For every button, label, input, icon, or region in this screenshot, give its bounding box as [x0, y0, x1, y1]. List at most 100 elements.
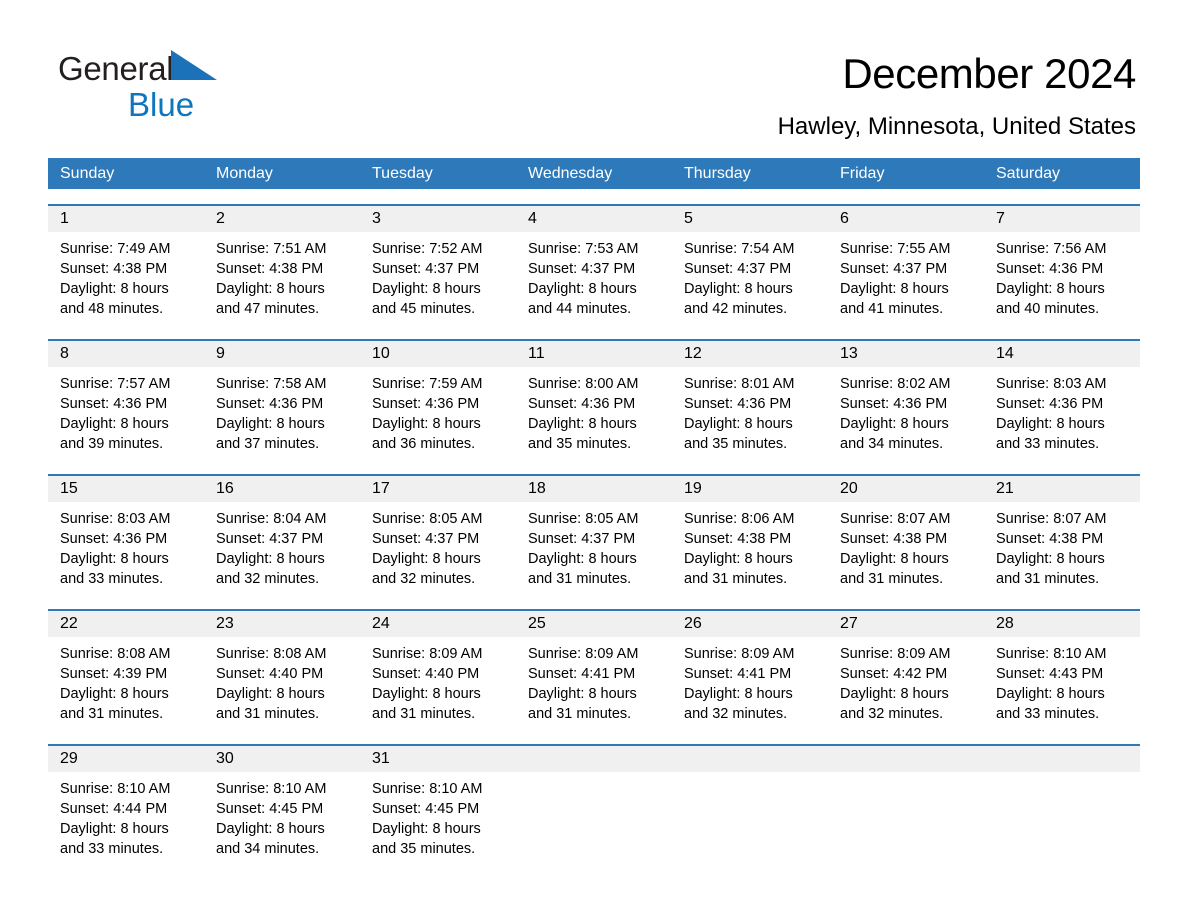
sunrise-text: Sunrise: 8:03 AM — [60, 511, 171, 527]
daylight-text-line1: Daylight: 8 hours — [216, 281, 325, 297]
day-cell[interactable]: 12 Sunrise: 8:01 AM Sunset: 4:36 PM Dayl… — [672, 341, 828, 459]
sunrise-text: Sunrise: 7:54 AM — [684, 241, 795, 257]
day-cell[interactable]: 20 Sunrise: 8:07 AM Sunset: 4:38 PM Dayl… — [828, 476, 984, 594]
sunrise-text: Sunrise: 8:03 AM — [996, 376, 1107, 392]
day-number: 15 — [60, 480, 78, 497]
sunset-text: Sunset: 4:40 PM — [372, 666, 480, 682]
sunset-text: Sunset: 4:41 PM — [528, 666, 636, 682]
daylight-text-line2: and 42 minutes. — [684, 301, 788, 317]
sunrise-text: Sunrise: 8:01 AM — [684, 376, 795, 392]
daylight-text-line2: and 31 minutes. — [840, 571, 944, 587]
weekday-header-thursday: Thursday — [684, 165, 751, 182]
day-details: Sunrise: 8:10 AM Sunset: 4:45 PM Dayligh… — [204, 772, 360, 859]
day-cell[interactable]: 13 Sunrise: 8:02 AM Sunset: 4:36 PM Dayl… — [828, 341, 984, 459]
day-cell[interactable]: 31 Sunrise: 8:10 AM Sunset: 4:45 PM Dayl… — [360, 746, 516, 864]
day-number-band: 30 — [204, 746, 360, 772]
sunset-text: Sunset: 4:38 PM — [60, 261, 168, 277]
sunset-text: Sunset: 4:37 PM — [684, 261, 792, 277]
day-cell[interactable]: 3 Sunrise: 7:52 AM Sunset: 4:37 PM Dayli… — [360, 206, 516, 324]
sunset-text: Sunset: 4:37 PM — [372, 531, 480, 547]
daylight-text-line2: and 47 minutes. — [216, 301, 320, 317]
sunrise-text: Sunrise: 7:57 AM — [60, 376, 171, 392]
sunrise-text: Sunrise: 8:10 AM — [60, 781, 171, 797]
day-cell[interactable]: 23 Sunrise: 8:08 AM Sunset: 4:40 PM Dayl… — [204, 611, 360, 729]
day-cell[interactable]: 6 Sunrise: 7:55 AM Sunset: 4:37 PM Dayli… — [828, 206, 984, 324]
day-number-band: 28 — [984, 611, 1140, 637]
weekday-header-sunday: Sunday — [60, 165, 115, 182]
day-number: 16 — [216, 480, 234, 497]
day-cell[interactable]: 11 Sunrise: 8:00 AM Sunset: 4:36 PM Dayl… — [516, 341, 672, 459]
calendar-week-row: 22 Sunrise: 8:08 AM Sunset: 4:39 PM Dayl… — [48, 609, 1140, 729]
day-number: 1 — [60, 210, 69, 227]
day-number-band: 3 — [360, 206, 516, 232]
day-details: Sunrise: 7:54 AM Sunset: 4:37 PM Dayligh… — [672, 232, 828, 319]
sunset-text: Sunset: 4:43 PM — [996, 666, 1104, 682]
day-cell[interactable]: 19 Sunrise: 8:06 AM Sunset: 4:38 PM Dayl… — [672, 476, 828, 594]
day-number: 25 — [528, 615, 546, 632]
daylight-text-line1: Daylight: 8 hours — [684, 686, 793, 702]
day-cell[interactable]: 9 Sunrise: 7:58 AM Sunset: 4:36 PM Dayli… — [204, 341, 360, 459]
day-number-band: 21 — [984, 476, 1140, 502]
day-cell[interactable]: 24 Sunrise: 8:09 AM Sunset: 4:40 PM Dayl… — [360, 611, 516, 729]
daylight-text-line2: and 37 minutes. — [216, 436, 320, 452]
general-blue-logo[interactable]: General Blue — [58, 50, 318, 122]
day-number-band: 18 — [516, 476, 672, 502]
sunrise-text: Sunrise: 8:07 AM — [840, 511, 951, 527]
day-cell[interactable]: 30 Sunrise: 8:10 AM Sunset: 4:45 PM Dayl… — [204, 746, 360, 864]
day-cell[interactable]: 14 Sunrise: 8:03 AM Sunset: 4:36 PM Dayl… — [984, 341, 1140, 459]
day-cell[interactable]: 27 Sunrise: 8:09 AM Sunset: 4:42 PM Dayl… — [828, 611, 984, 729]
day-details: Sunrise: 7:52 AM Sunset: 4:37 PM Dayligh… — [360, 232, 516, 319]
day-details: Sunrise: 8:09 AM Sunset: 4:41 PM Dayligh… — [516, 637, 672, 724]
day-cell[interactable]: 10 Sunrise: 7:59 AM Sunset: 4:36 PM Dayl… — [360, 341, 516, 459]
daylight-text-line1: Daylight: 8 hours — [528, 551, 637, 567]
day-cell[interactable]: 21 Sunrise: 8:07 AM Sunset: 4:38 PM Dayl… — [984, 476, 1140, 594]
day-number-band: 14 — [984, 341, 1140, 367]
day-number-band: 16 — [204, 476, 360, 502]
day-cell[interactable]: 25 Sunrise: 8:09 AM Sunset: 4:41 PM Dayl… — [516, 611, 672, 729]
daylight-text-line2: and 36 minutes. — [372, 436, 476, 452]
sunset-text: Sunset: 4:44 PM — [60, 801, 168, 817]
day-cell[interactable]: 2 Sunrise: 7:51 AM Sunset: 4:38 PM Dayli… — [204, 206, 360, 324]
daylight-text-line1: Daylight: 8 hours — [60, 821, 169, 837]
daylight-text-line1: Daylight: 8 hours — [840, 281, 949, 297]
day-number-band: 11 — [516, 341, 672, 367]
day-cell[interactable]: 28 Sunrise: 8:10 AM Sunset: 4:43 PM Dayl… — [984, 611, 1140, 729]
day-number-band: 10 — [360, 341, 516, 367]
day-cell[interactable]: 29 Sunrise: 8:10 AM Sunset: 4:44 PM Dayl… — [48, 746, 204, 864]
day-cell[interactable]: 16 Sunrise: 8:04 AM Sunset: 4:37 PM Dayl… — [204, 476, 360, 594]
day-cell[interactable]: 5 Sunrise: 7:54 AM Sunset: 4:37 PM Dayli… — [672, 206, 828, 324]
day-cell[interactable]: 15 Sunrise: 8:03 AM Sunset: 4:36 PM Dayl… — [48, 476, 204, 594]
day-cell[interactable]: 26 Sunrise: 8:09 AM Sunset: 4:41 PM Dayl… — [672, 611, 828, 729]
day-cell[interactable]: 1 Sunrise: 7:49 AM Sunset: 4:38 PM Dayli… — [48, 206, 204, 324]
day-number: 5 — [684, 210, 693, 227]
sunrise-text: Sunrise: 8:04 AM — [216, 511, 327, 527]
day-details: Sunrise: 8:09 AM Sunset: 4:41 PM Dayligh… — [672, 637, 828, 724]
day-cell[interactable]: 22 Sunrise: 8:08 AM Sunset: 4:39 PM Dayl… — [48, 611, 204, 729]
weekday-header-row: Sunday Monday Tuesday Wednesday Thursday… — [48, 158, 1140, 189]
sunrise-text: Sunrise: 8:06 AM — [684, 511, 795, 527]
sunrise-text: Sunrise: 7:49 AM — [60, 241, 171, 257]
day-number: 6 — [840, 210, 849, 227]
day-number-band: 2 — [204, 206, 360, 232]
sunrise-text: Sunrise: 7:59 AM — [372, 376, 483, 392]
day-cell[interactable]: 8 Sunrise: 7:57 AM Sunset: 4:36 PM Dayli… — [48, 341, 204, 459]
daylight-text-line1: Daylight: 8 hours — [996, 416, 1105, 432]
day-number-band: 8 — [48, 341, 204, 367]
day-number: 14 — [996, 345, 1014, 362]
day-cell[interactable]: 17 Sunrise: 8:05 AM Sunset: 4:37 PM Dayl… — [360, 476, 516, 594]
sunrise-text: Sunrise: 8:09 AM — [684, 646, 795, 662]
day-number-band: 17 — [360, 476, 516, 502]
daylight-text-line2: and 31 minutes. — [996, 571, 1100, 587]
sunrise-text: Sunrise: 8:10 AM — [372, 781, 483, 797]
daylight-text-line1: Daylight: 8 hours — [528, 416, 637, 432]
daylight-text-line1: Daylight: 8 hours — [216, 686, 325, 702]
sunrise-text: Sunrise: 8:08 AM — [216, 646, 327, 662]
weekday-header-friday: Friday — [840, 165, 885, 182]
day-cell[interactable]: 4 Sunrise: 7:53 AM Sunset: 4:37 PM Dayli… — [516, 206, 672, 324]
day-cell[interactable]: 18 Sunrise: 8:05 AM Sunset: 4:37 PM Dayl… — [516, 476, 672, 594]
daylight-text-line1: Daylight: 8 hours — [60, 686, 169, 702]
day-cell[interactable]: 7 Sunrise: 7:56 AM Sunset: 4:36 PM Dayli… — [984, 206, 1140, 324]
sunset-text: Sunset: 4:38 PM — [216, 261, 324, 277]
day-details: Sunrise: 7:51 AM Sunset: 4:38 PM Dayligh… — [204, 232, 360, 319]
calendar-week-row: 1 Sunrise: 7:49 AM Sunset: 4:38 PM Dayli… — [48, 204, 1140, 324]
